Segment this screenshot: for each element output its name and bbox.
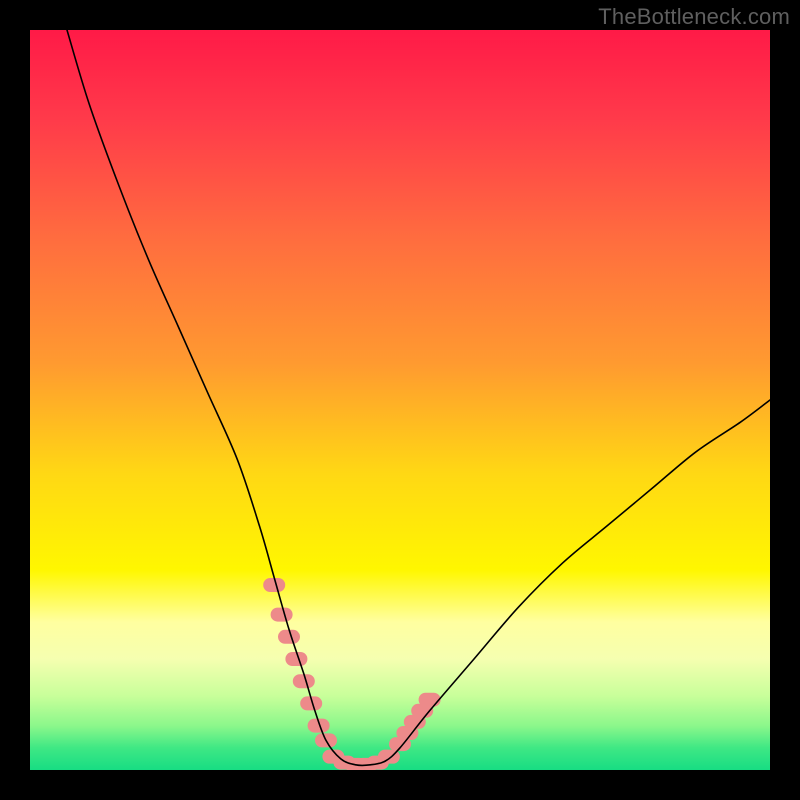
outer-frame: TheBottleneck.com [0, 0, 800, 800]
marker-point [419, 693, 441, 707]
marker-point [271, 608, 293, 622]
watermark-text: TheBottleneck.com [598, 4, 790, 30]
marker-group [263, 578, 440, 770]
plot-area [30, 30, 770, 770]
curves-layer [30, 30, 770, 770]
bottleneck-curve [67, 30, 770, 765]
